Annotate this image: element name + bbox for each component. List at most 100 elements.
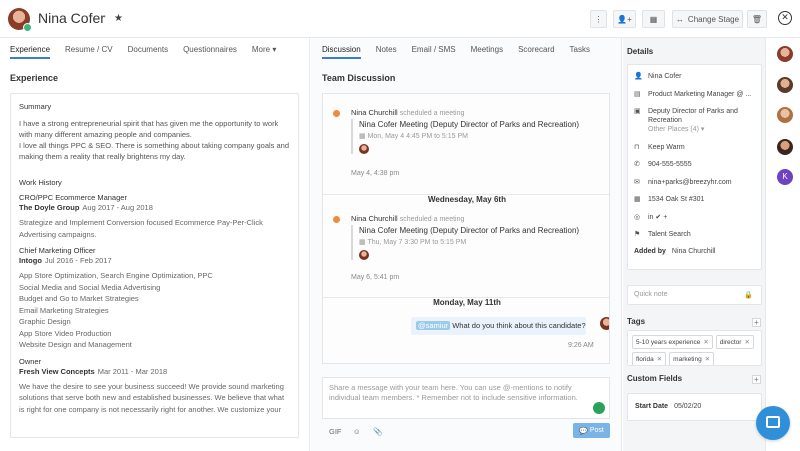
job-description-line: App Store Optimization, Search Engine Op… bbox=[19, 271, 213, 280]
add-person-icon: 👤+ bbox=[617, 14, 632, 24]
attachment-icon[interactable]: 📎 bbox=[373, 427, 382, 436]
quick-note-input[interactable]: Quick note 🔒 bbox=[627, 285, 762, 305]
add-custom-field-button[interactable]: + bbox=[752, 375, 761, 384]
remove-tag-icon[interactable]: ✕ bbox=[657, 356, 662, 363]
tab-resume[interactable]: Resume / CV bbox=[65, 45, 113, 59]
job-description-line: Website Design and Management bbox=[19, 340, 132, 349]
mention-tag[interactable]: @samiur bbox=[416, 321, 451, 330]
team-avatar[interactable] bbox=[777, 46, 793, 62]
tab-more[interactable]: More ▾ bbox=[252, 45, 276, 59]
quick-note-placeholder: Quick note bbox=[634, 291, 668, 298]
detail-pipeline[interactable]: ⊓ Keep Warm bbox=[634, 143, 755, 152]
status-dot bbox=[23, 23, 32, 32]
tab-meetings[interactable]: Meetings bbox=[471, 45, 503, 59]
job-entry: Owner Fresh View Concepts Mar 2011 - Mar … bbox=[19, 357, 290, 416]
message-time: 9:26 AM bbox=[568, 342, 594, 349]
details-title: Details bbox=[627, 47, 654, 56]
candidate-name: Nina Cofer bbox=[38, 10, 105, 26]
job-entry: CRO/PPC Ecommerce Manager The Doyle Grou… bbox=[19, 193, 290, 240]
added-by: Added by Nina Churchill bbox=[634, 248, 755, 255]
grammarly-icon[interactable] bbox=[593, 402, 605, 414]
tab-email-sms[interactable]: Email / SMS bbox=[412, 45, 456, 59]
summary-paragraph-1: I have a strong entrepreneurial spirit t… bbox=[19, 119, 279, 139]
detail-social[interactable]: ◎ in ✔ + bbox=[634, 213, 755, 222]
detail-job[interactable]: ▣ Deputy Director of Parks and Recreation… bbox=[634, 107, 755, 134]
caret-down-icon: ▾ bbox=[270, 45, 277, 54]
emoji-icon[interactable]: ☺ bbox=[353, 427, 361, 436]
tab-discussion[interactable]: Discussion bbox=[322, 45, 361, 59]
other-places-link[interactable]: Other Places (4) bbox=[648, 126, 699, 133]
job-title: Chief Marketing Officer bbox=[19, 246, 96, 255]
change-stage-button[interactable]: ↔ Change Stage bbox=[672, 10, 743, 28]
tag-chip[interactable]: director ✕ bbox=[715, 335, 754, 349]
team-rail: K bbox=[767, 38, 800, 451]
calendar-button[interactable]: ▦ bbox=[642, 10, 665, 28]
job-company: The Doyle Group Aug 2017 - Aug 2018 bbox=[19, 202, 290, 213]
date-divider-text: Monday, May 11th bbox=[427, 298, 507, 307]
flag-icon: ⚑ bbox=[634, 231, 641, 238]
job-title: Owner bbox=[19, 356, 42, 366]
meeting-box[interactable]: Nina Cofer Meeting (Deputy Director of P… bbox=[351, 225, 596, 260]
close-button[interactable]: ✕ bbox=[778, 11, 792, 25]
tab-tasks[interactable]: Tasks bbox=[570, 45, 590, 59]
gif-button[interactable]: GIF bbox=[329, 427, 342, 436]
detail-value: Nina Cofer bbox=[648, 73, 682, 80]
tag-chip[interactable]: marketing ✕ bbox=[669, 352, 715, 365]
social-links[interactable]: in ✔ + bbox=[648, 213, 667, 222]
event-bullet bbox=[333, 216, 340, 223]
tab-notes[interactable]: Notes bbox=[376, 45, 397, 59]
team-avatar-initial[interactable]: K bbox=[777, 169, 793, 185]
tag-label: marketing bbox=[673, 356, 702, 363]
tab-questionnaires[interactable]: Questionnaires bbox=[183, 45, 237, 59]
work-history-heading: Work History bbox=[19, 178, 62, 187]
tag-chip[interactable]: 5-10 years experience ✕ bbox=[632, 335, 713, 349]
support-chat-button[interactable] bbox=[756, 406, 790, 440]
custom-field-value[interactable]: 05/02/20 bbox=[674, 403, 701, 410]
remove-tag-icon[interactable]: ✕ bbox=[703, 339, 708, 346]
add-tag-button[interactable]: + bbox=[752, 318, 761, 327]
add-person-button[interactable]: 👤+ bbox=[613, 10, 636, 28]
meeting-time-text: Mon, May 4 4:45 PM to 5:15 PM bbox=[367, 133, 468, 140]
tab-documents[interactable]: Documents bbox=[128, 45, 168, 59]
id-card-icon: ▤ bbox=[634, 90, 641, 98]
attendee-avatar bbox=[359, 250, 369, 260]
detail-source[interactable]: ⚑ Talent Search bbox=[634, 230, 755, 239]
star-icon[interactable]: ★ bbox=[114, 13, 123, 24]
post-button[interactable]: 💬 Post bbox=[573, 423, 610, 438]
detail-name[interactable]: 👤 Nina Cofer bbox=[634, 72, 755, 81]
meeting-title: Nina Cofer Meeting (Deputy Director of P… bbox=[359, 226, 580, 235]
detail-address[interactable]: ▦ 1534 Oak St #301 bbox=[634, 195, 755, 204]
team-avatar[interactable] bbox=[777, 107, 793, 123]
plus-icon: + bbox=[754, 318, 759, 327]
delete-button[interactable]: 🗑 bbox=[747, 10, 767, 28]
detail-email[interactable]: ✉ nina+parks@breezyhr.com bbox=[634, 178, 755, 187]
tag-chip[interactable]: florida ✕ bbox=[632, 352, 667, 365]
detail-job-title: Deputy Director of Parks and Recreation bbox=[648, 108, 738, 124]
meeting-box[interactable]: Nina Cofer Meeting (Deputy Director of P… bbox=[351, 119, 596, 154]
discussion-feed[interactable]: Nina Churchill scheduled a meeting Nina … bbox=[322, 93, 610, 364]
detail-value: nina+parks@breezyhr.com bbox=[648, 178, 732, 186]
post-label: Post bbox=[589, 427, 604, 434]
more-vertical-button[interactable]: ⋮ bbox=[590, 10, 607, 28]
plus-icon: + bbox=[754, 375, 759, 384]
header: Nina Cofer ʼ ★ ⋮ 👤+ ▦ ↔ Change Stage 🗑 ✕ bbox=[0, 0, 800, 38]
detail-phone[interactable]: ✆ 904-555-5555 bbox=[634, 160, 755, 169]
remove-tag-icon[interactable]: ✕ bbox=[744, 339, 749, 346]
event-timestamp: May 6, 5:41 pm bbox=[351, 274, 400, 281]
tab-experience[interactable]: Experience bbox=[10, 45, 51, 59]
job-company-name: The Doyle Group bbox=[19, 203, 80, 212]
message-composer[interactable]: Share a message with your team here. You… bbox=[322, 377, 610, 419]
team-avatar[interactable] bbox=[777, 77, 793, 93]
tab-scorecard[interactable]: Scorecard bbox=[518, 45, 554, 59]
detail-value: Keep Warm bbox=[648, 143, 685, 151]
team-avatar[interactable] bbox=[777, 139, 793, 155]
detail-value: Deputy Director of Parks and Recreation O… bbox=[648, 107, 755, 134]
summary-heading: Summary bbox=[19, 102, 52, 111]
rss-icon[interactable]: ʼ bbox=[104, 15, 106, 24]
tag-label: florida bbox=[636, 356, 654, 363]
job-dates: Aug 2017 - Aug 2018 bbox=[82, 203, 153, 212]
detail-value: 1534 Oak St #301 bbox=[648, 196, 705, 203]
detail-position[interactable]: ▤ Product Marketing Manager @ ... bbox=[634, 90, 755, 99]
remove-tag-icon[interactable]: ✕ bbox=[705, 356, 710, 363]
bookmark-icon: ⊓ bbox=[634, 143, 640, 151]
